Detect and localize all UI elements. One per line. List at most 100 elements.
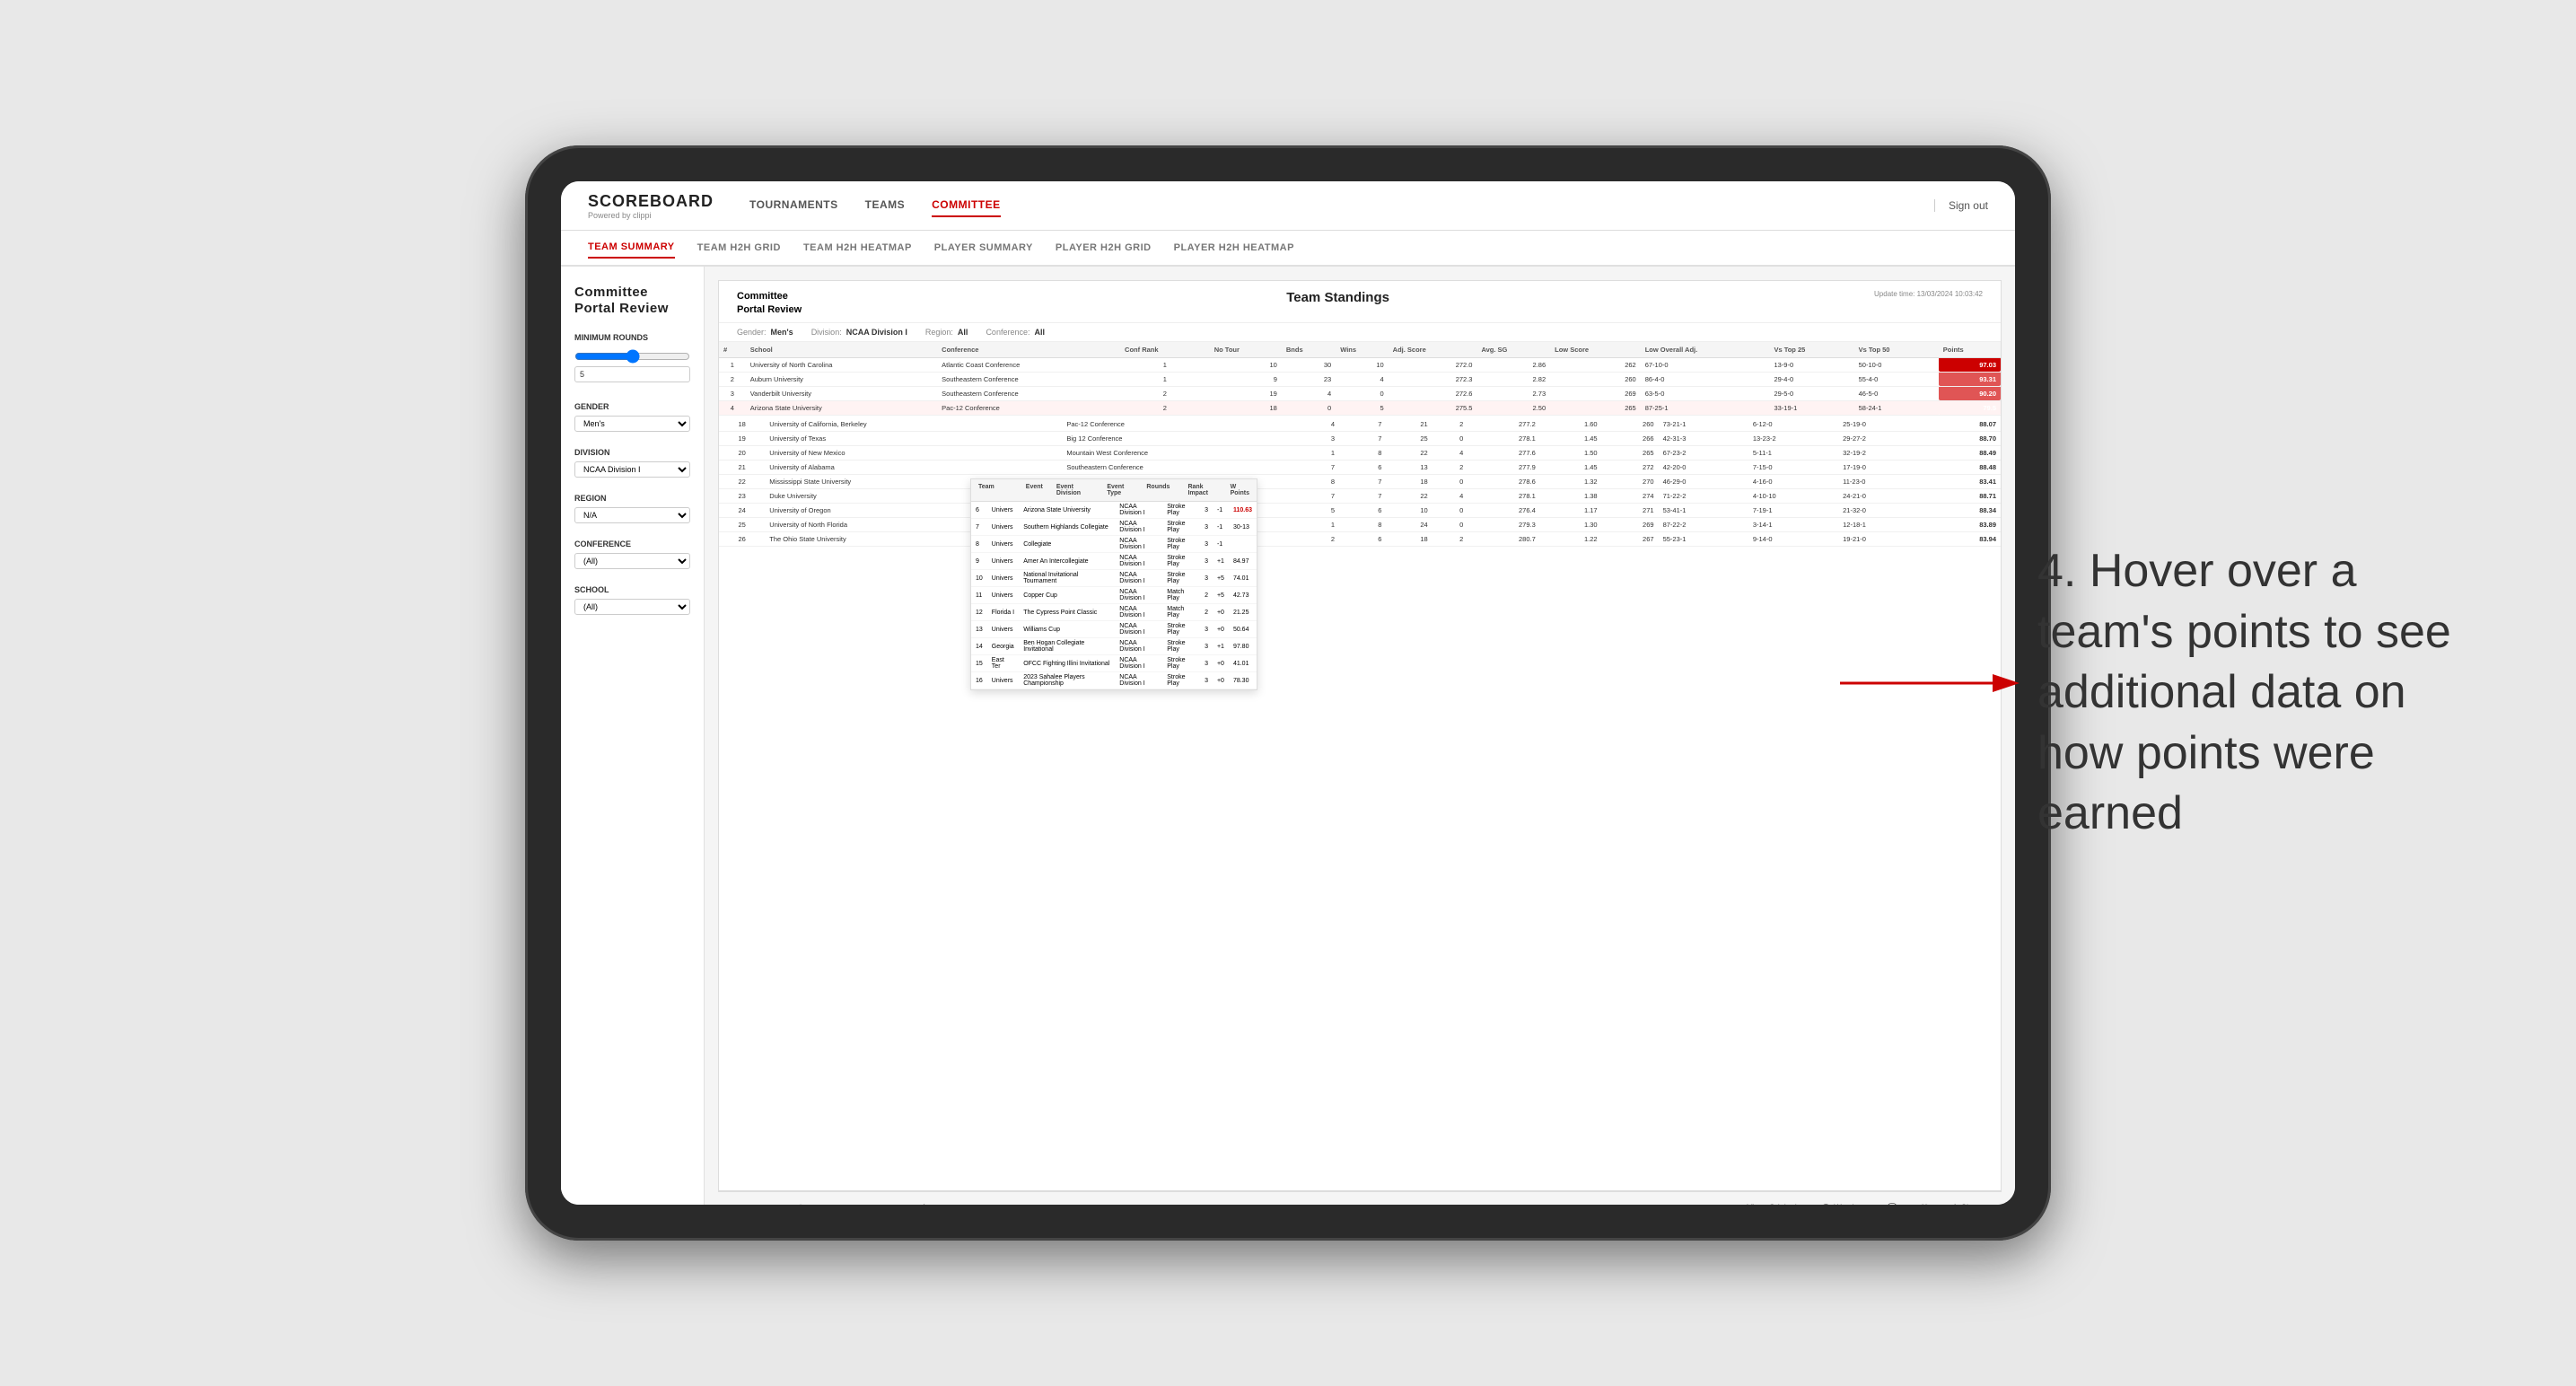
conference-filter-value: All <box>1034 328 1045 337</box>
clock-button[interactable]: ⏱ <box>916 1200 933 1206</box>
list-item: 15East TerOFCC Fighting Illini Invitatio… <box>971 655 1257 672</box>
logo-sub: Powered by clippi <box>588 211 714 220</box>
tab-team-h2h-heatmap[interactable]: TEAM H2H HEATMAP <box>803 238 912 258</box>
sidebar-gender-label: Gender <box>574 402 690 411</box>
tooltip-type-col: Event Type <box>1107 484 1128 496</box>
outer-wrapper: SCOREBOARD Powered by clippi TOURNAMENTS… <box>0 0 2576 1386</box>
list-item: 12Florida IThe Cypress Point ClassicNCAA… <box>971 604 1257 621</box>
min-rounds-slider[interactable] <box>574 349 690 364</box>
report-area: CommitteePortal Review Team Standings Up… <box>705 267 2015 1205</box>
table-row[interactable]: 25 University of North Florida ASUN Conf… <box>719 517 2001 531</box>
main-content: Committee Portal Review Minimum Rounds G… <box>561 267 2015 1205</box>
share-button[interactable]: ⬆ Share <box>1946 1200 1988 1206</box>
redo-button[interactable]: ↪ <box>763 1200 781 1206</box>
bottom-toolbar: ↩ ↪ ↻ ⊞ ⊡ ≡ ⏱ View: Original 👁 Watch ▾ <box>718 1191 2002 1205</box>
gender-select[interactable]: Men's Women's <box>574 416 690 432</box>
col-no-tour: No Tour <box>1210 342 1282 358</box>
tooltip-team-col: Team <box>978 484 994 496</box>
list-item: 9UniversAmer An IntercollegiateNCAA Divi… <box>971 553 1257 570</box>
sidebar-min-rounds-label: Minimum Rounds <box>574 333 690 342</box>
report-container: CommitteePortal Review Team Standings Up… <box>718 280 2002 1191</box>
nav-committee[interactable]: COMMITTEE <box>932 194 1001 217</box>
tab-player-h2h-heatmap[interactable]: PLAYER H2H HEATMAP <box>1174 238 1294 258</box>
sidebar-conference-label: Conference <box>574 539 690 548</box>
table-row[interactable]: 21 University of Alabama Southeastern Co… <box>719 460 2001 474</box>
col-points: Points <box>1939 342 2001 358</box>
sidebar-gender: Gender Men's Women's <box>574 402 690 432</box>
filters-row: Gender: Men's Division: NCAA Division I … <box>719 323 2001 342</box>
region-filter-value: All <box>958 328 968 337</box>
sidebar-division: Division NCAA Division I NCAA Division I… <box>574 448 690 478</box>
sidebar: Committee Portal Review Minimum Rounds G… <box>561 267 705 1205</box>
table-row[interactable]: 24 University of Oregon Pac-12 Conferenc… <box>719 503 2001 517</box>
division-filter: Division: NCAA Division I <box>811 328 907 337</box>
conference-filter-label: Conference: <box>986 328 1030 337</box>
min-rounds-input[interactable] <box>574 366 690 382</box>
sidebar-division-label: Division <box>574 448 690 457</box>
col-conference: Conference <box>937 342 1120 358</box>
sign-out-button[interactable]: Sign out <box>1934 199 1988 212</box>
tooltip-popup: Team Event Event Division Event Type Rou… <box>970 478 1257 690</box>
col-vs-top25: Vs Top 25 <box>1769 342 1853 358</box>
region-filter: Region: All <box>925 328 968 337</box>
list-item: 13UniversWilliams CupNCAA Division IStro… <box>971 621 1257 638</box>
region-select[interactable]: N/A All <box>574 507 690 523</box>
tab-player-h2h-grid[interactable]: PLAYER H2H GRID <box>1056 238 1152 258</box>
table-row[interactable]: 26 The Ohio State University Big Ten Con… <box>719 531 2001 546</box>
tab-team-h2h-grid[interactable]: TEAM H2H GRID <box>697 238 781 258</box>
nav-teams[interactable]: TEAMS <box>865 194 906 217</box>
sidebar-title: Committee Portal Review <box>574 285 690 317</box>
view-original-button[interactable]: View: Original <box>1741 1200 1801 1205</box>
sidebar-school-label: School <box>574 585 690 594</box>
table-row[interactable]: 19 University of Texas Big 12 Conference… <box>719 431 2001 445</box>
tooltip-rounds-col: Rounds <box>1146 484 1170 496</box>
copy-button[interactable]: ⊞ <box>825 1200 843 1206</box>
tooltip-wpoints-col: W Points <box>1231 484 1249 496</box>
table-row[interactable]: 22 Mississippi State University Southeas… <box>719 474 2001 488</box>
logo: SCOREBOARD <box>588 192 714 211</box>
division-filter-value: NCAA Division I <box>846 328 907 337</box>
conference-select[interactable]: (All) <box>574 553 690 569</box>
chevron-down-icon: ▾ <box>1859 1203 1863 1206</box>
tab-player-summary[interactable]: PLAYER SUMMARY <box>934 238 1033 258</box>
fullscreen-button[interactable]: ⛶ <box>1916 1200 1932 1206</box>
table-row[interactable]: 3 Vanderbilt University Southeastern Con… <box>719 386 2001 400</box>
filter-button[interactable]: ≡ <box>887 1200 902 1205</box>
watch-button[interactable]: 👁 Watch ▾ <box>1816 1200 1869 1206</box>
division-select[interactable]: NCAA Division I NCAA Division II NCAA Di… <box>574 461 690 478</box>
share-icon: ⬆ <box>1951 1203 1958 1206</box>
table-row[interactable]: 18 University of California, Berkeley Pa… <box>719 417 2001 432</box>
table-row[interactable]: 1 University of North Carolina Atlantic … <box>719 357 2001 372</box>
conference-filter: Conference: All <box>986 328 1045 337</box>
list-item: 8UniversCollegiateNCAA Division IStroke … <box>971 536 1257 553</box>
sidebar-title-section: Committee Portal Review <box>574 285 690 317</box>
eye-icon: 👁 <box>1821 1203 1831 1206</box>
update-time-area: Update time: 13/03/2024 10:03:42 <box>1874 290 1983 298</box>
red-arrow-indicator <box>1840 665 2020 701</box>
table-row-highlighted[interactable]: 4 Arizona State University Pac-12 Confer… <box>719 400 2001 415</box>
tab-team-summary[interactable]: TEAM SUMMARY <box>588 237 675 259</box>
paste-button[interactable]: ⊡ <box>855 1200 873 1206</box>
list-item: 10UniversNational Invitational Tournamen… <box>971 570 1257 587</box>
col-low-score: Low Score <box>1550 342 1641 358</box>
sidebar-conference: Conference (All) <box>574 539 690 569</box>
refresh-button[interactable]: ↻ <box>793 1200 811 1206</box>
table-row[interactable]: 2 Auburn University Southeastern Confere… <box>719 372 2001 386</box>
tooltip-header: Team Event Event Division Event Type Rou… <box>971 479 1257 502</box>
list-item: 11UniversCopper CupNCAA Division IMatch … <box>971 587 1257 604</box>
col-conf-rank: Conf Rank <box>1120 342 1210 358</box>
region-filter-label: Region: <box>925 328 953 337</box>
col-school: School <box>746 342 937 358</box>
annotation-text: 4. Hover over a team's points to see add… <box>2037 541 2486 845</box>
col-avg-sg: Avg. SG <box>1476 342 1550 358</box>
table-row[interactable]: 20 University of New Mexico Mountain Wes… <box>719 445 2001 460</box>
col-bnds: Bnds <box>1282 342 1336 358</box>
tablet-bezel: SCOREBOARD Powered by clippi TOURNAMENTS… <box>525 145 2051 1241</box>
report-title: Team Standings <box>1286 290 1389 305</box>
sidebar-min-rounds: Minimum Rounds <box>574 333 690 386</box>
school-select[interactable]: (All) <box>574 599 690 615</box>
table-row[interactable]: 23 Duke University Atlantic Coast Confer… <box>719 488 2001 503</box>
undo-button[interactable]: ↩ <box>732 1200 749 1206</box>
nav-tournaments[interactable]: TOURNAMENTS <box>749 194 838 217</box>
comment-button[interactable]: 💬 <box>1882 1200 1903 1206</box>
